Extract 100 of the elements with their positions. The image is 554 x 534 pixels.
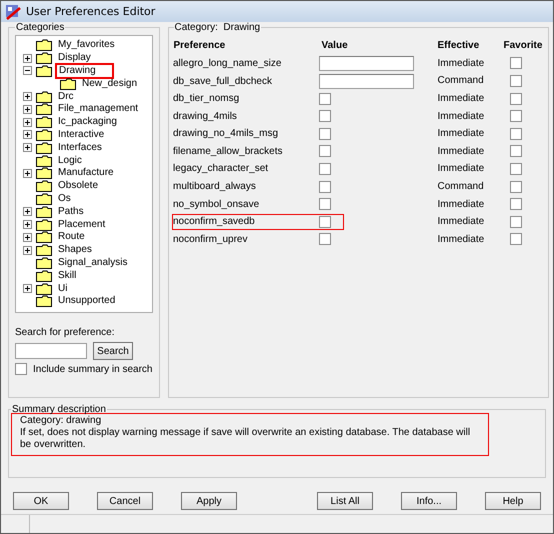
search-field[interactable] <box>15 343 87 359</box>
expand-icon[interactable] <box>23 246 32 255</box>
effective-text: Command <box>438 75 485 86</box>
favorite-checkbox[interactable] <box>510 180 522 193</box>
collapse-icon[interactable] <box>23 66 32 76</box>
column-header: Preference <box>174 40 226 52</box>
value-field[interactable] <box>319 74 414 89</box>
effective-text: Immediate <box>438 128 486 140</box>
folder-icon <box>36 295 52 308</box>
preference-name: multiboard_always <box>173 181 257 192</box>
folder-icon <box>36 39 52 52</box>
favorite-checkbox[interactable] <box>510 145 522 158</box>
favorite-checkbox[interactable] <box>510 110 522 122</box>
column-header: Value <box>322 40 349 52</box>
value-checkbox[interactable] <box>319 145 331 158</box>
favorite-checkbox[interactable] <box>510 92 522 105</box>
tree-item[interactable]: Paths <box>55 206 87 218</box>
effective-text: Immediate <box>438 93 486 104</box>
tree-item[interactable]: My_favorites <box>55 39 118 52</box>
value-checkbox[interactable] <box>319 216 331 228</box>
checkbox-label: Include summary in search <box>33 364 152 374</box>
tree-item[interactable]: Signal_analysis <box>55 256 130 269</box>
preference-name: noconfirm_uprev <box>173 234 248 245</box>
expand-icon[interactable] <box>23 168 32 178</box>
search-button[interactable]: Search <box>93 342 133 360</box>
favorite-checkbox[interactable] <box>510 74 522 87</box>
tree-item[interactable]: Unsupported <box>55 295 118 308</box>
summary-text: If set, does not display warning message if save will overwrite an existing database. The database will be overwritten. <box>20 427 472 451</box>
expand-icon[interactable] <box>23 92 32 102</box>
effective-text: Immediate <box>438 58 486 69</box>
group-title: Summary description <box>11 404 107 415</box>
tree-item[interactable]: Placement <box>55 218 108 231</box>
favorite-checkbox[interactable] <box>510 233 522 246</box>
tree-item[interactable]: Obsolete <box>55 180 102 192</box>
preference-name: drawing_no_4mils_msg <box>173 128 280 140</box>
expand-icon[interactable] <box>23 232 32 242</box>
folder-icon <box>36 52 52 64</box>
folder-icon <box>36 270 52 282</box>
tree-item[interactable]: Interactive <box>55 128 108 141</box>
tree-item[interactable]: Drc <box>55 90 77 103</box>
value-checkbox[interactable] <box>319 110 331 122</box>
value-checkbox[interactable] <box>319 92 331 105</box>
folder-icon <box>36 167 52 180</box>
favorite-checkbox[interactable] <box>510 128 522 140</box>
tree-item[interactable]: Interfaces <box>55 142 105 154</box>
favorite-checkbox[interactable] <box>510 57 522 70</box>
value-checkbox[interactable] <box>319 128 331 140</box>
expand-icon[interactable] <box>23 54 32 63</box>
value-field[interactable] <box>319 56 414 72</box>
tree-item[interactable]: Skill <box>55 270 80 282</box>
preference-name: drawing_4mils <box>173 110 238 122</box>
tree-item[interactable]: Ic_packaging <box>55 116 120 128</box>
effective-text: Immediate <box>438 234 486 245</box>
tree-item[interactable]: Drawing <box>55 63 114 79</box>
group-title: Category: Drawing <box>174 22 262 33</box>
favorite-checkbox[interactable] <box>510 216 522 228</box>
tree-item[interactable]: Os <box>55 192 74 205</box>
dialog-button[interactable]: OK <box>13 492 69 510</box>
checkbox[interactable] <box>15 363 27 375</box>
value-checkbox[interactable] <box>319 162 331 175</box>
tree-item[interactable]: Route <box>55 231 88 244</box>
effective-text: Immediate <box>438 198 486 210</box>
column-header: Effective <box>438 40 480 52</box>
folder-icon <box>36 103 52 116</box>
effective-text: Command <box>438 181 485 192</box>
folder-icon <box>36 206 52 218</box>
folder-icon <box>36 244 52 256</box>
dialog-button[interactable]: Cancel <box>97 492 153 510</box>
tree-item[interactable]: Ui <box>55 282 70 295</box>
expand-icon[interactable] <box>23 118 32 127</box>
tree-item[interactable]: Logic <box>55 154 85 167</box>
tree-item[interactable]: Manufacture <box>55 167 117 180</box>
dialog-button[interactable]: List All <box>317 492 373 510</box>
effective-text: Immediate <box>438 163 486 174</box>
folder-icon <box>36 256 52 269</box>
tree-item[interactable]: File_management <box>55 103 142 116</box>
expand-icon[interactable] <box>23 220 32 230</box>
tree-item[interactable]: New_design <box>79 78 140 90</box>
dialog-button[interactable]: Help <box>485 492 541 510</box>
value-checkbox[interactable] <box>319 180 331 193</box>
favorite-checkbox[interactable] <box>510 162 522 175</box>
value-checkbox[interactable] <box>319 233 331 246</box>
column-header: Favorite <box>504 40 542 52</box>
folder-icon <box>36 142 52 154</box>
dialog-button[interactable]: Apply <box>181 492 237 510</box>
expand-icon[interactable] <box>23 104 32 114</box>
window-title: User Preferences Editor <box>26 5 156 18</box>
dialog-button[interactable]: Info... <box>401 492 457 510</box>
preference-name: noconfirm_savedb <box>173 216 256 228</box>
expand-icon[interactable] <box>23 143 32 152</box>
search-label: Search for preference: <box>15 327 116 338</box>
tree-item[interactable]: Shapes <box>55 244 95 256</box>
folder-icon <box>36 180 52 192</box>
tree-item[interactable]: Display <box>55 52 94 64</box>
preference-name: db_save_full_dbcheck <box>173 76 273 87</box>
expand-icon[interactable] <box>23 207 32 216</box>
expand-icon[interactable] <box>23 284 32 294</box>
expand-icon[interactable] <box>23 130 32 140</box>
favorite-checkbox[interactable] <box>510 198 522 210</box>
value-checkbox[interactable] <box>319 198 331 210</box>
